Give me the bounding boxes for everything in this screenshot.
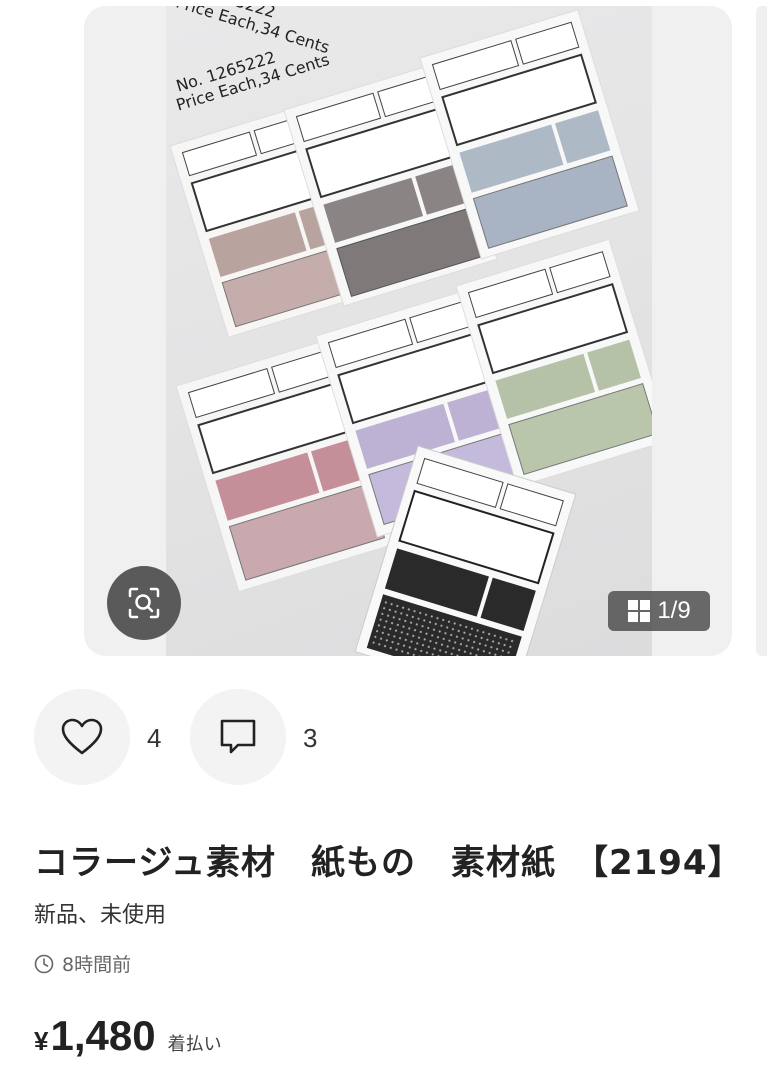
image-search-icon: [128, 587, 160, 619]
image-counter-text: 1/9: [657, 597, 691, 624]
comment-icon: [220, 719, 256, 754]
image-counter[interactable]: 1/9: [608, 591, 710, 631]
heart-icon: [61, 718, 103, 755]
item-title: コラージュ素材 紙もの 素材紙 【2194】: [34, 843, 743, 883]
posted-time-text: 8時間前: [62, 954, 132, 976]
price-currency: ¥: [34, 1026, 49, 1056]
image-carousel[interactable]: No. 1265222 Price Each,34 Cents No. 1265…: [84, 6, 732, 656]
item-page: No. 1265222 Price Each,34 Cents No. 1265…: [0, 0, 767, 1080]
price: ¥ 1,480 着払い: [34, 1012, 222, 1060]
product-photo[interactable]: No. 1265222 Price Each,34 Cents No. 1265…: [166, 6, 652, 656]
image-search-button[interactable]: [107, 566, 181, 640]
posted-time: 8時間前: [34, 950, 131, 977]
like-button[interactable]: [34, 689, 130, 785]
price-value: 1,480: [50, 1012, 156, 1059]
comment-button[interactable]: [190, 689, 286, 785]
next-image-peek[interactable]: [756, 6, 767, 656]
item-condition: 新品、未使用: [34, 903, 167, 928]
grid-icon: [628, 600, 651, 622]
comment-count: 3: [303, 723, 318, 753]
shipping-label: 着払い: [167, 1034, 222, 1055]
clock-icon: [34, 954, 54, 973]
like-count: 4: [147, 723, 162, 753]
